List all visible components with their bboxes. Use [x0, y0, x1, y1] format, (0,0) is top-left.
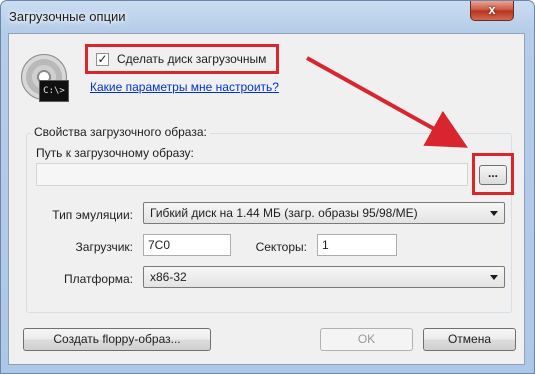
sectors-label: Секторы:: [255, 240, 307, 254]
ok-button[interactable]: OK: [320, 328, 413, 351]
command-prompt-icon: C:\>: [39, 80, 69, 102]
make-bootable-checkbox[interactable]: ✓: [96, 52, 109, 66]
sectors-input[interactable]: 1: [317, 234, 397, 256]
group-title: Свойства загрузочного образа:: [31, 125, 210, 139]
chevron-down-icon: [490, 275, 498, 280]
browse-button[interactable]: ...: [479, 165, 507, 185]
help-link[interactable]: Какие параметры мне настроить?: [90, 80, 279, 94]
emulation-type-value: Гибкий диск на 1.44 МБ (загр. образы 95/…: [150, 206, 418, 220]
create-floppy-image-button[interactable]: Создать floppy-образ...: [23, 328, 211, 351]
platform-select[interactable]: x86-32: [143, 266, 505, 288]
title-bar[interactable]: Загрузочные опции x: [1, 1, 534, 35]
cancel-button[interactable]: Отмена: [423, 328, 516, 351]
dialog-client-area: C:\> ✓ Сделать диск загрузочным Какие па…: [8, 33, 525, 365]
boot-image-path-input[interactable]: [36, 163, 468, 186]
boot-image-path-label: Путь к загрузочному образу:: [36, 146, 194, 160]
make-bootable-label[interactable]: Сделать диск загрузочным: [117, 52, 266, 66]
emulation-type-label: Тип эмуляции:: [52, 208, 133, 222]
emulation-type-select[interactable]: Гибкий диск на 1.44 МБ (загр. образы 95/…: [143, 202, 505, 224]
window-title: Загрузочные опции: [9, 9, 126, 24]
platform-value: x86-32: [150, 270, 187, 284]
platform-label: Платформа:: [63, 272, 133, 286]
close-button[interactable]: x: [470, 1, 514, 21]
make-bootable-highlight: ✓ Сделать диск загрузочным: [85, 44, 280, 74]
chevron-down-icon: [490, 211, 498, 216]
loader-label: Загрузчик:: [75, 240, 133, 254]
close-icon: x: [488, 2, 496, 17]
loader-segment-input[interactable]: 7C0: [143, 234, 231, 256]
